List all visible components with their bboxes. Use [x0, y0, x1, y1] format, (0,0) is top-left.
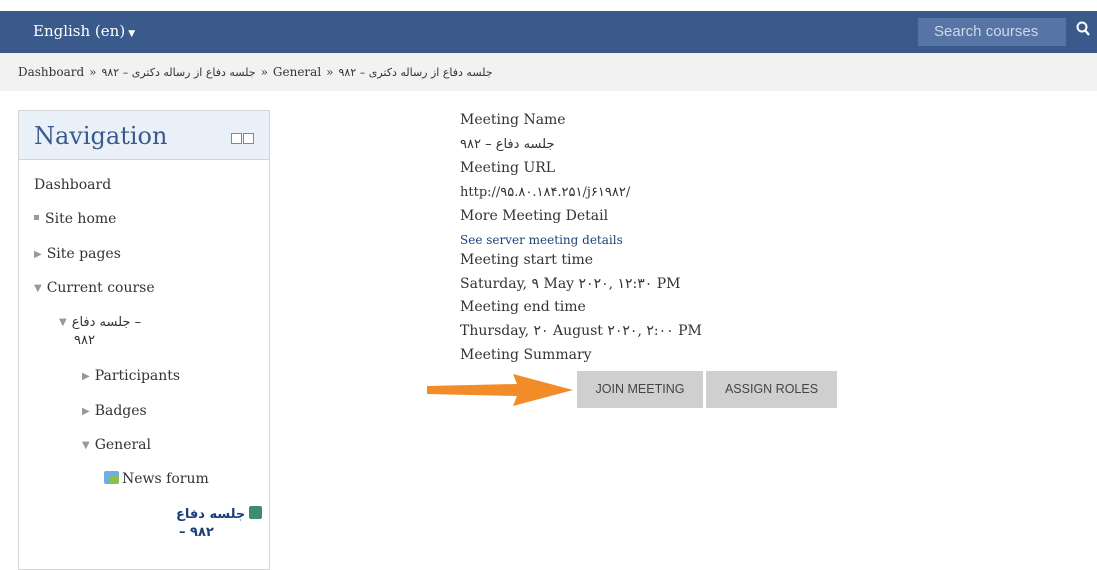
triangle-right-icon: ▶ — [34, 249, 42, 260]
server-details-link[interactable]: See server meeting details — [460, 233, 623, 247]
minimize-icon[interactable] — [231, 133, 242, 144]
language-label: English (en) — [33, 22, 126, 40]
navigation-title: Navigation — [34, 122, 168, 150]
orange-arrow-annotation — [427, 374, 573, 406]
breadcrumb-separator: » — [89, 65, 97, 79]
nav-general[interactable]: ▼ General — [82, 437, 151, 453]
meeting-name-value: جلسه دفاع – ۹۸۲ — [460, 137, 555, 152]
nav-badges-label: Badges — [94, 403, 147, 419]
breadcrumb-general[interactable]: General — [273, 65, 321, 79]
join-meeting-button[interactable]: JOIN MEETING — [577, 371, 703, 408]
caret-down-icon: ▼ — [128, 29, 136, 39]
assign-roles-button[interactable]: ASSIGN ROLES — [706, 371, 837, 408]
nav-course-name[interactable]: ▼ جلسه دفاع – — [59, 315, 141, 330]
nav-site-home-label: Site home — [45, 211, 117, 227]
breadcrumb: Dashboard » جلسه دفاع از رساله دکتری – ۹۸۲… — [0, 53, 1097, 91]
nav-news-forum[interactable]: News forum — [104, 471, 209, 487]
triangle-right-icon: ▶ — [82, 371, 90, 382]
navigation-header: Navigation — [19, 111, 269, 160]
meeting-name-label: Meeting Name — [460, 112, 566, 128]
nav-meeting-line1: جلسه دفاع — [176, 507, 246, 522]
forum-icon — [104, 471, 119, 484]
breadcrumb-separator: » — [326, 65, 334, 79]
breadcrumb-course[interactable]: جلسه دفاع از رساله دکتری – ۹۸۲ — [101, 66, 255, 79]
triangle-right-icon: ▶ — [82, 406, 90, 417]
nav-meeting-line2: – ۹۸۲ — [179, 525, 214, 540]
meeting-start-label: Meeting start time — [460, 252, 594, 268]
breadcrumb-dashboard[interactable]: Dashboard — [18, 65, 84, 79]
meeting-summary-label: Meeting Summary — [460, 347, 592, 363]
bullet-icon — [34, 215, 39, 220]
breadcrumb-current: جلسه دفاع از رساله دکتری – ۹۸۲ — [338, 66, 493, 79]
navigation-block: Navigation Dashboard Site home ▶ Site pag… — [18, 110, 270, 570]
nav-participants[interactable]: ▶ Participants — [82, 368, 180, 384]
nav-news-forum-label: News forum — [122, 471, 209, 487]
triangle-down-icon: ▼ — [34, 283, 42, 294]
nav-meeting[interactable]: جلسه دفاع — [176, 506, 263, 522]
meeting-end-value: Thursday, ۲۰ August ۲۰۲۰, ۲:۰۰ PM — [460, 323, 702, 339]
nav-current-course-label: Current course — [46, 280, 155, 296]
nav-site-pages-label: Site pages — [46, 246, 121, 262]
breadcrumb-separator: » — [260, 65, 268, 79]
nav-course-name-line2: ۹۸۲ — [74, 333, 95, 348]
nav-course-name-line1: جلسه دفاع – — [71, 315, 142, 330]
nav-site-home[interactable]: Site home — [34, 211, 116, 227]
meeting-end-label: Meeting end time — [460, 299, 586, 315]
dock-icon[interactable] — [243, 133, 254, 144]
search-icon[interactable] — [1076, 21, 1090, 37]
nav-participants-label: Participants — [94, 368, 181, 384]
triangle-down-icon: ▼ — [59, 317, 67, 328]
meeting-url-value: http://۹۵.۸۰.۱۸۴.۲۵۱/j۶۱۹۸۲/ — [460, 185, 631, 200]
nav-general-label: General — [94, 437, 151, 453]
triangle-down-icon: ▼ — [82, 440, 90, 451]
nav-current-course[interactable]: ▼ Current course — [34, 280, 155, 296]
meeting-icon — [249, 506, 263, 519]
top-navbar: English (en) ▼ Search courses — [0, 11, 1097, 53]
language-menu[interactable]: English (en) ▼ — [33, 22, 135, 40]
meeting-detail-label: More Meeting Detail — [460, 208, 609, 224]
meeting-start-value: Saturday, ۹ May ۲۰۲۰, ۱۲:۳۰ PM — [460, 276, 681, 292]
nav-site-pages[interactable]: ▶ Site pages — [34, 246, 121, 262]
nav-dashboard[interactable]: Dashboard — [34, 177, 111, 193]
search-input[interactable]: Search courses — [918, 18, 1066, 46]
nav-badges[interactable]: ▶ Badges — [82, 403, 147, 419]
meeting-url-label: Meeting URL — [460, 160, 556, 176]
